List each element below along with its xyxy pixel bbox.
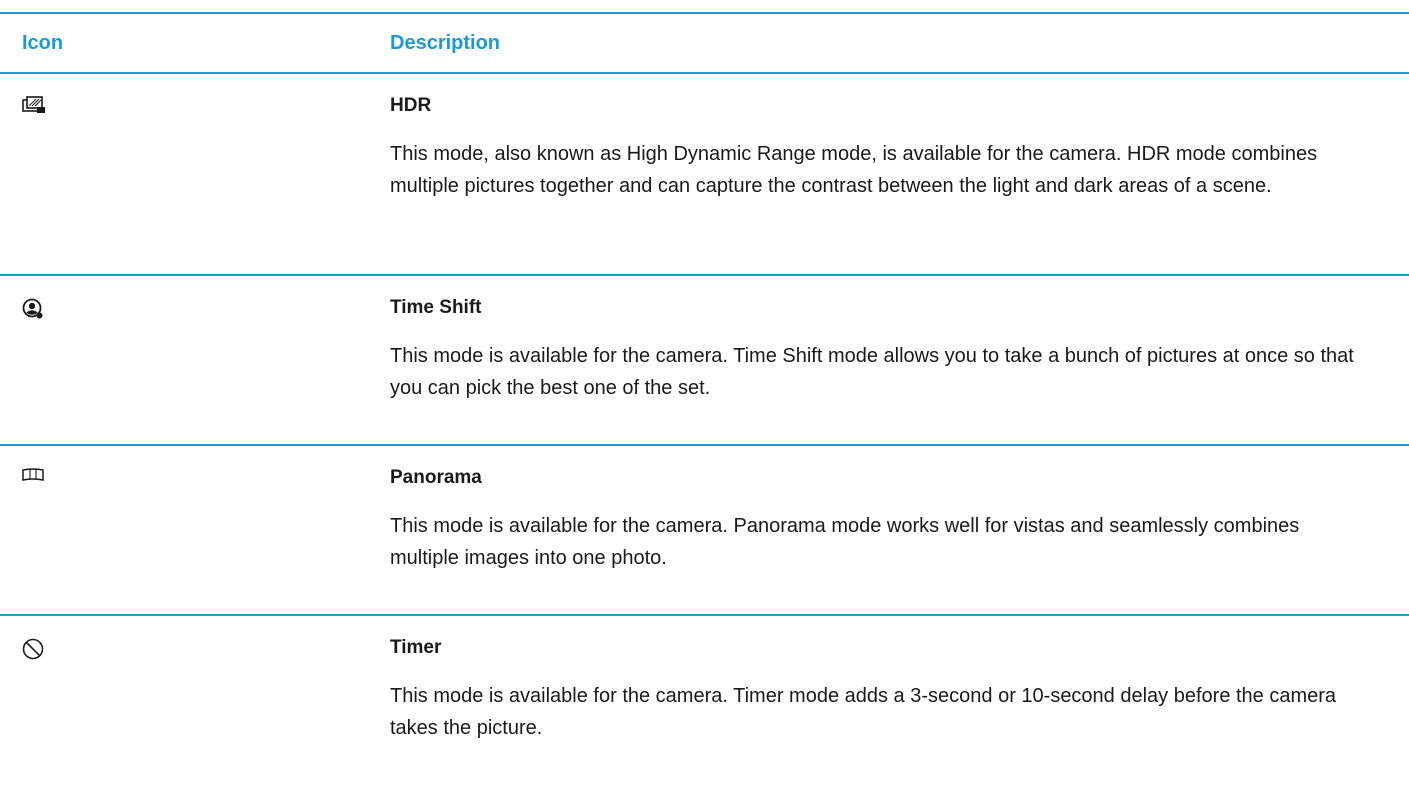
mode-description: This mode is available for the camera. T… bbox=[390, 685, 1337, 739]
table-row-hdr: HDR This mode, also known as High Dynami… bbox=[0, 74, 1409, 276]
table-row-time-shift: Time Shift This mode is available for th… bbox=[0, 276, 1409, 446]
icon-cell bbox=[0, 616, 390, 786]
table-row-timer: Timer This mode is available for the cam… bbox=[0, 616, 1409, 786]
icon-cell bbox=[0, 74, 390, 274]
mode-title: Timer bbox=[390, 637, 442, 658]
mode-title: Time Shift bbox=[390, 297, 482, 318]
description-cell: Timer This mode is available for the cam… bbox=[390, 616, 1409, 786]
mode-description: This mode is available for the camera. T… bbox=[390, 345, 1354, 399]
timer-icon bbox=[22, 638, 390, 660]
table-header-row: Icon Description bbox=[0, 12, 1409, 74]
description-cell: Time Shift This mode is available for th… bbox=[390, 276, 1409, 444]
icon-column-header: Icon bbox=[22, 31, 64, 54]
description-column-header: Description bbox=[390, 31, 501, 54]
mode-description: This mode, also known as High Dynamic Ra… bbox=[390, 143, 1318, 197]
description-cell: Panorama This mode is available for the … bbox=[390, 446, 1409, 614]
time-shift-icon bbox=[22, 298, 390, 320]
description-cell: HDR This mode, also known as High Dynami… bbox=[390, 74, 1409, 274]
camera-modes-table: Icon Description HDR This mode, also kno… bbox=[0, 12, 1409, 786]
table-row-panorama: Panorama This mode is available for the … bbox=[0, 446, 1409, 616]
panorama-icon bbox=[22, 468, 390, 482]
icon-cell bbox=[0, 446, 390, 614]
icon-cell bbox=[0, 276, 390, 444]
mode-title: Panorama bbox=[390, 467, 482, 488]
hdr-icon bbox=[22, 96, 390, 114]
mode-description: This mode is available for the camera. P… bbox=[390, 515, 1300, 569]
mode-title: HDR bbox=[390, 95, 432, 116]
